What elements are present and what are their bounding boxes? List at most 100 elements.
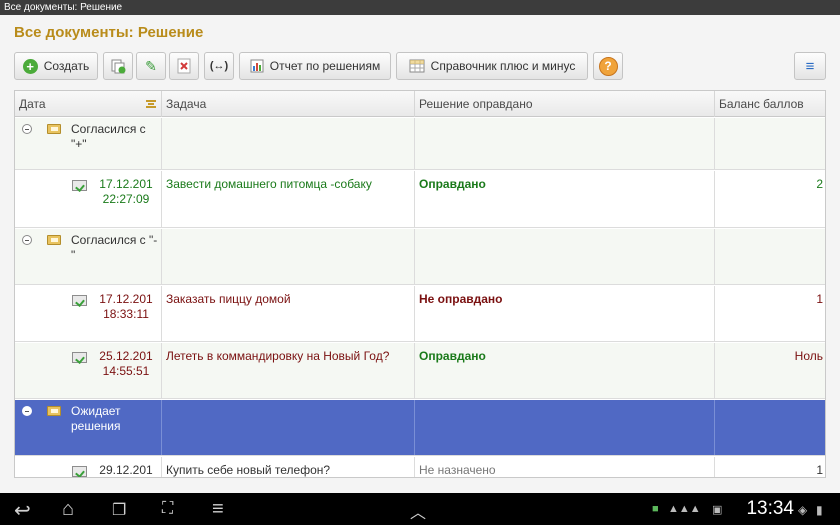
battery-icon: ▮ <box>816 503 823 517</box>
documents-table: Дата Задача Решение оправдано Баланс бал… <box>14 90 826 478</box>
empty-cell <box>715 118 825 169</box>
delete-button[interactable] <box>169 52 199 80</box>
create-button-label: Создать <box>43 59 90 73</box>
edit-button[interactable]: ✎ <box>136 52 166 80</box>
add-icon: + <box>22 58 38 74</box>
time-text: 22:27:09 <box>102 192 150 206</box>
balance-cell: 1 <box>816 463 823 477</box>
date-value: 25.12.201 14:55:51 <box>95 349 157 379</box>
status-clock: 13:34 <box>746 498 794 519</box>
date-cell: 17.12.201 22:27:09 <box>15 171 162 227</box>
empty-cell <box>715 400 825 455</box>
up-arrow-icon[interactable]: ︿ <box>410 499 426 523</box>
copy-icon <box>111 59 126 74</box>
report-button-label: Отчет по решениям <box>269 59 381 73</box>
table-header: Дата Задача Решение оправдано Баланс бал… <box>15 91 825 117</box>
report-button[interactable]: Отчет по решениям <box>239 52 391 80</box>
column-header-balance[interactable]: Баланс баллов <box>715 91 825 117</box>
date-cell: 25.12.201 14:55:51 <box>15 343 162 398</box>
time-text: 18:33:11 <box>103 307 149 321</box>
delete-icon <box>177 58 191 74</box>
system-navigation-bar: ↩ ⌂ ❐ ⛶ ≡ ︿ ■ ▲▲▲ ▣ 13:34 ◈ ▮ <box>0 493 840 525</box>
date-text: 29.12.201 <box>99 463 153 477</box>
decision-cell: Не оправдано <box>415 286 715 341</box>
directory-button[interactable]: Справочник плюс и минус <box>396 52 588 80</box>
create-button[interactable]: + Создать <box>14 52 98 80</box>
warning-icon: ▲▲▲ <box>668 503 701 515</box>
wifi-icon: ◈ <box>798 503 808 517</box>
column-header-decision[interactable]: Решение оправдано <box>415 91 715 117</box>
help-button[interactable]: ? <box>593 52 623 80</box>
toolbar: + Создать ✎ (↔) Отчет по решениям Справо… <box>14 52 826 80</box>
task-cell: Купить себе новый телефон? <box>162 457 415 477</box>
group-row[interactable]: Согласился с "+" <box>15 118 825 170</box>
group-row[interactable]: Согласился с "-" <box>15 229 825 285</box>
table-row[interactable]: 25.12.201 14:55:51 Лететь в коммандировк… <box>15 343 825 399</box>
menu-nav-icon[interactable]: ≡ <box>212 498 224 521</box>
swap-button[interactable]: (↔) <box>204 52 234 80</box>
column-header-date-label: Дата <box>19 97 46 111</box>
table-row[interactable]: 29.12.201 Купить себе новый телефон? Не … <box>15 457 825 477</box>
document-posted-icon <box>72 466 87 477</box>
time-text: 14:55:51 <box>102 364 150 378</box>
empty-cell <box>415 229 715 284</box>
group-cell: Согласился с "+" <box>15 118 162 169</box>
date-value: 17.12.201 22:27:09 <box>95 177 157 207</box>
empty-cell <box>162 400 415 455</box>
more-menu-button[interactable]: ≡ <box>794 52 826 80</box>
group-label: Ожидает решения <box>71 404 121 433</box>
empty-cell <box>162 118 415 169</box>
document-posted-icon <box>72 295 87 306</box>
notification-icon: ▣ <box>712 504 723 516</box>
date-value: 17.12.201 18:33:11 <box>95 292 157 322</box>
column-header-task[interactable]: Задача <box>162 91 415 117</box>
back-icon[interactable]: ↩ <box>14 498 31 523</box>
collapse-icon[interactable] <box>22 235 32 245</box>
group-cell: Ожидает решения <box>15 400 162 455</box>
edit-icon: ✎ <box>145 57 157 74</box>
copy-button[interactable] <box>103 52 133 80</box>
app-status-icon: ■ <box>652 503 659 515</box>
folder-icon <box>47 235 61 245</box>
empty-cell <box>715 229 825 284</box>
menu-icon: ≡ <box>805 57 815 75</box>
decision-cell: Оправдано <box>415 171 715 227</box>
group-label: Согласился с "+" <box>71 122 146 151</box>
date-text: 25.12.201 <box>99 349 153 363</box>
document-posted-icon <box>72 352 87 363</box>
directory-button-label: Справочник плюс и минус <box>430 59 576 73</box>
document-posted-icon <box>72 180 87 191</box>
folder-icon <box>47 124 61 134</box>
group-row-selected[interactable]: Ожидает решения <box>15 400 825 456</box>
app-area: Все документы: Решение + Создать ✎ (↔) О… <box>0 15 840 493</box>
table-row[interactable]: 17.12.201 22:27:09 Завести домашнего пит… <box>15 171 825 228</box>
recent-apps-icon[interactable]: ❐ <box>112 500 126 520</box>
empty-cell <box>415 400 715 455</box>
collapse-icon[interactable] <box>22 124 32 134</box>
table-row[interactable]: 17.12.201 18:33:11 Заказать пиццу домой … <box>15 286 825 342</box>
task-cell: Заказать пиццу домой <box>162 286 415 341</box>
sort-icon[interactable] <box>146 100 156 108</box>
window-title: Все документы: Решение <box>0 0 840 15</box>
collapse-icon[interactable] <box>22 406 32 416</box>
report-icon <box>250 59 264 73</box>
table-icon <box>409 59 425 73</box>
group-cell: Согласился с "-" <box>15 229 162 284</box>
swap-icon: (↔) <box>209 60 229 72</box>
help-icon: ? <box>598 56 618 76</box>
empty-cell <box>162 229 415 284</box>
empty-cell <box>415 118 715 169</box>
decision-cell: Оправдано <box>415 343 715 398</box>
date-text: 17.12.201 <box>99 177 153 191</box>
date-value: 29.12.201 <box>95 463 157 477</box>
decision-cell: Не назначено <box>415 457 715 477</box>
date-cell: 29.12.201 <box>15 457 162 477</box>
page-title: Все документы: Решение <box>14 24 204 41</box>
task-cell: Лететь в коммандировку на Новый Год? <box>162 343 415 398</box>
balance-cell: 1 <box>816 292 823 306</box>
column-header-date[interactable]: Дата <box>15 91 162 117</box>
balance-cell: 2 <box>816 177 823 191</box>
date-text: 17.12.201 <box>99 292 153 306</box>
screenshot-icon[interactable]: ⛶ <box>162 500 173 518</box>
home-icon[interactable]: ⌂ <box>62 498 74 521</box>
